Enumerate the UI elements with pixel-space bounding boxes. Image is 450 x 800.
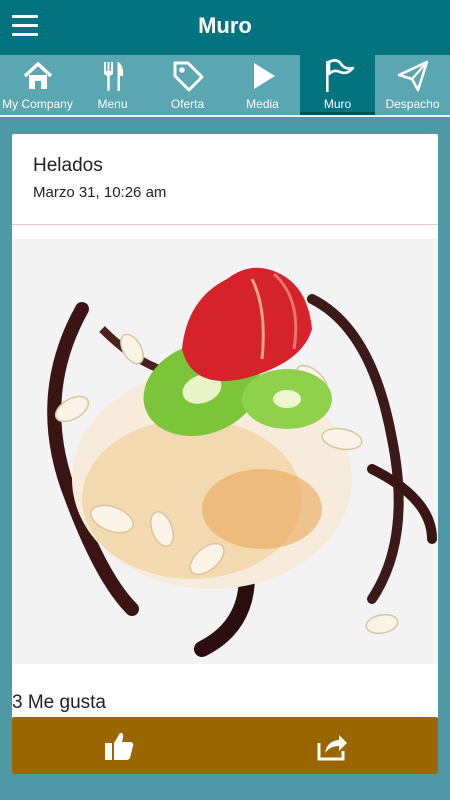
post-title: Helados	[33, 155, 103, 176]
tab-muro[interactable]: Muro	[300, 55, 375, 115]
post-divider	[12, 224, 438, 225]
tab-divider	[0, 115, 450, 117]
post-photo[interactable]	[12, 239, 438, 664]
like-button[interactable]	[12, 717, 225, 774]
tab-menu[interactable]: Menu	[75, 55, 150, 115]
likes-count: 3 Me gusta	[12, 692, 106, 713]
tab-oferta[interactable]: Oferta	[150, 55, 225, 115]
tab-media[interactable]: Media	[225, 55, 300, 115]
thumbs-up-icon	[104, 732, 133, 760]
menu-icon[interactable]	[12, 15, 38, 37]
flag-icon	[325, 59, 354, 92]
post-actions	[12, 717, 438, 774]
tab-label: Despacho	[385, 97, 440, 111]
play-icon	[253, 63, 275, 89]
post-card: Helados Marzo 31, 10:26 am 3 Me gusta	[12, 134, 438, 774]
tab-label: Oferta	[170, 97, 205, 111]
paper-plane-icon	[397, 60, 428, 92]
tab-despacho[interactable]: Despacho	[375, 55, 450, 115]
share-icon	[317, 734, 347, 760]
app-bar: Muro	[0, 0, 450, 55]
page-title: Muro	[198, 13, 252, 38]
tag-icon	[173, 61, 203, 92]
fork-knife-icon	[103, 62, 123, 91]
share-button[interactable]	[225, 717, 438, 774]
tab-label: Menu	[97, 97, 128, 111]
tab-label: Media	[246, 97, 279, 111]
tab-bar: My Company Menu Oferta Media Muro Despac…	[0, 55, 450, 115]
home-icon	[23, 62, 52, 89]
tab-label: Muro	[323, 97, 352, 111]
tab-my-company[interactable]: My Company	[0, 55, 75, 115]
post-date: Marzo 31, 10:26 am	[33, 184, 167, 201]
tab-label: My Company	[2, 97, 73, 111]
